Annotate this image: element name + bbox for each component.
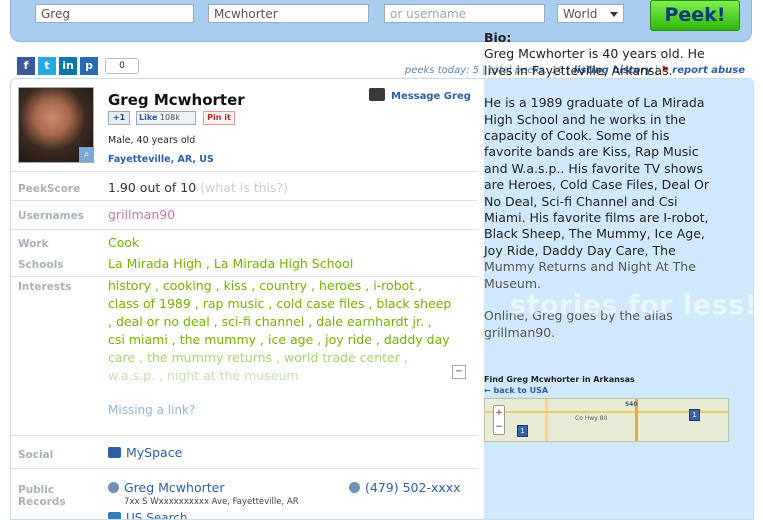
peek-button[interactable]: Peek! [650, 0, 740, 31]
map-zoom-out-button[interactable]: − [494, 420, 504, 434]
share-count: 0 [105, 58, 139, 74]
schools-label: Schools [18, 259, 64, 271]
country-select-value: World [563, 7, 598, 21]
bio-line: He is a 1989 graduate of La Mirada [484, 95, 705, 111]
watermark-text: stories for less! [510, 290, 758, 321]
chevron-down-icon [610, 12, 618, 17]
last-name-input[interactable]: Mcwhorter [208, 4, 369, 23]
linkedin-icon[interactable]: in [59, 57, 77, 75]
myspace-label: MySpace [126, 445, 183, 460]
record-address: 7xx S Wxxxxxxxxxx Ave, Fayetteville, AR [124, 497, 299, 507]
location-link[interactable]: Fayetteville, AR, US [108, 154, 214, 165]
map-pin[interactable]: 1 [689, 409, 700, 421]
work-label: Work [18, 238, 49, 250]
map-title: Find Greg Mcwhorter in Arkansas [484, 375, 635, 384]
zoom-icon[interactable]: ⌕ [79, 147, 94, 162]
bio-line: are Heroes, Cold Case Files, Deal Or [484, 177, 710, 193]
record-phone-link[interactable]: (479) 502-xxxx [349, 480, 461, 495]
records-label: Records [18, 496, 66, 508]
bio-line: and W.a.s.p.. His favorite TV shows [484, 160, 703, 176]
record-name: Greg Mcwhorter [124, 480, 225, 495]
bio-line: capacity of Cook. Some of his [484, 128, 670, 144]
interests-line[interactable]: class of 1989 , rap music , cold case fi… [108, 295, 470, 313]
pin-it-button[interactable]: Pin it [203, 111, 235, 125]
map-box: Find Greg Mcwhorter in Arkansas ← back t… [484, 375, 737, 442]
like-count: 108k [159, 113, 180, 122]
map[interactable]: Co Hwy 80 540 + − 1 1 [484, 398, 729, 442]
bio-line: grillman90. [484, 324, 556, 340]
map-road [545, 399, 548, 441]
facebook-like-button[interactable]: Like 108k [136, 111, 196, 125]
usernames-label: Usernames [18, 210, 84, 222]
phone-icon [349, 482, 360, 493]
peekscore-label: PeekScore [18, 183, 81, 195]
profile-name: Greg Mcwhorter [108, 91, 245, 109]
peekscore-score: 1.90 out of 10 [108, 180, 197, 195]
country-select[interactable]: World [557, 4, 624, 23]
bio-line: lives in Fayetteville, Arkansas. [484, 62, 673, 78]
bio-line: favorite bands are Kiss, Rap Music [484, 144, 699, 160]
record-name-link[interactable]: Greg Mcwhorter [108, 480, 224, 495]
divider [11, 171, 477, 172]
work-link[interactable]: Cook [108, 235, 139, 250]
interests-line[interactable]: , deal or no deal , sci-fi channel , dal… [108, 313, 470, 331]
bio-line: Black Sheep, The Mummy, Ice Age, [484, 226, 705, 242]
demographics: Male, 40 years old [108, 135, 196, 146]
record-phone: (479) 502-xxxx [365, 480, 461, 495]
myspace-icon [108, 447, 121, 458]
search-icon [108, 512, 121, 519]
peekscore-help-link[interactable]: (what is this?) [200, 180, 288, 195]
username-input[interactable]: or username [384, 4, 545, 23]
gplus-button[interactable]: +1 [108, 111, 130, 125]
missing-link[interactable]: Missing a link? [108, 403, 195, 417]
bio-line: Miami. His favorite films are I-robot, [484, 210, 709, 226]
us-search-label: US Search [126, 511, 188, 520]
location-pin-icon [108, 482, 119, 493]
like-label: Like [139, 113, 158, 122]
bio-line: Joy Ride, Daddy Day Care, The [484, 242, 676, 258]
facebook-icon[interactable]: f [17, 57, 35, 75]
message-label: Message Greg [391, 91, 471, 102]
social-label: Social [18, 449, 54, 461]
interests-label: Interests [18, 281, 72, 293]
divider [11, 468, 477, 469]
peekscore-value: 1.90 out of 10 (what is this?) [108, 180, 288, 195]
bio-line: High School and he works in the [484, 111, 686, 127]
bio-line: No Deal, Sci-fi Channel and Csi [484, 193, 678, 209]
interests-line[interactable]: care , the mummy returns , world trade c… [108, 350, 408, 365]
peeks-today: peeks today: 5 [404, 65, 480, 76]
map-pin[interactable]: 1 [517, 425, 528, 437]
interests-line[interactable]: w.a.s.p. , night at the museum [108, 368, 299, 383]
message-button[interactable]: Message Greg [369, 88, 471, 102]
bio-line: Greg Mcwhorter is 40 years old. He [484, 46, 705, 62]
map-road-label: Co Hwy 80 [575, 415, 608, 422]
username-link[interactable]: grillman90 [108, 207, 175, 222]
bio-heading: Bio: [484, 30, 512, 45]
interests-line[interactable]: history , cooking , kiss , country , her… [108, 277, 470, 295]
twitter-icon[interactable]: t [38, 57, 56, 75]
map-zoom-control: + − [493, 405, 505, 435]
map-zoom-in-button[interactable]: + [494, 406, 504, 420]
public-label: Public [18, 484, 55, 496]
back-to-usa-link[interactable]: ← back to USA [484, 386, 737, 395]
interests-line[interactable]: csi miami , the mummy , ice age , joy ri… [108, 331, 470, 349]
school-link[interactable]: La Mirada High School [214, 256, 353, 271]
divider [11, 200, 477, 201]
collapse-button[interactable]: − [452, 365, 466, 379]
bio-line: Mummy Returns and Night At The [484, 259, 696, 275]
interests-list: history , cooking , kiss , country , her… [108, 277, 470, 385]
first-name-input[interactable]: Greg [35, 4, 194, 23]
us-search-link[interactable]: US Search [108, 511, 188, 520]
myspace-link[interactable]: MySpace [108, 445, 182, 460]
highway-label: 540 [625, 401, 638, 408]
schools-value: La Mirada High , La Mirada High School [108, 256, 354, 271]
public-records-label: Public Records [18, 484, 66, 508]
pinterest-icon[interactable]: p [80, 57, 98, 75]
divider [11, 229, 477, 230]
divider [11, 435, 477, 436]
binoculars-icon [369, 88, 385, 101]
school-link[interactable]: La Mirada High [108, 256, 202, 271]
